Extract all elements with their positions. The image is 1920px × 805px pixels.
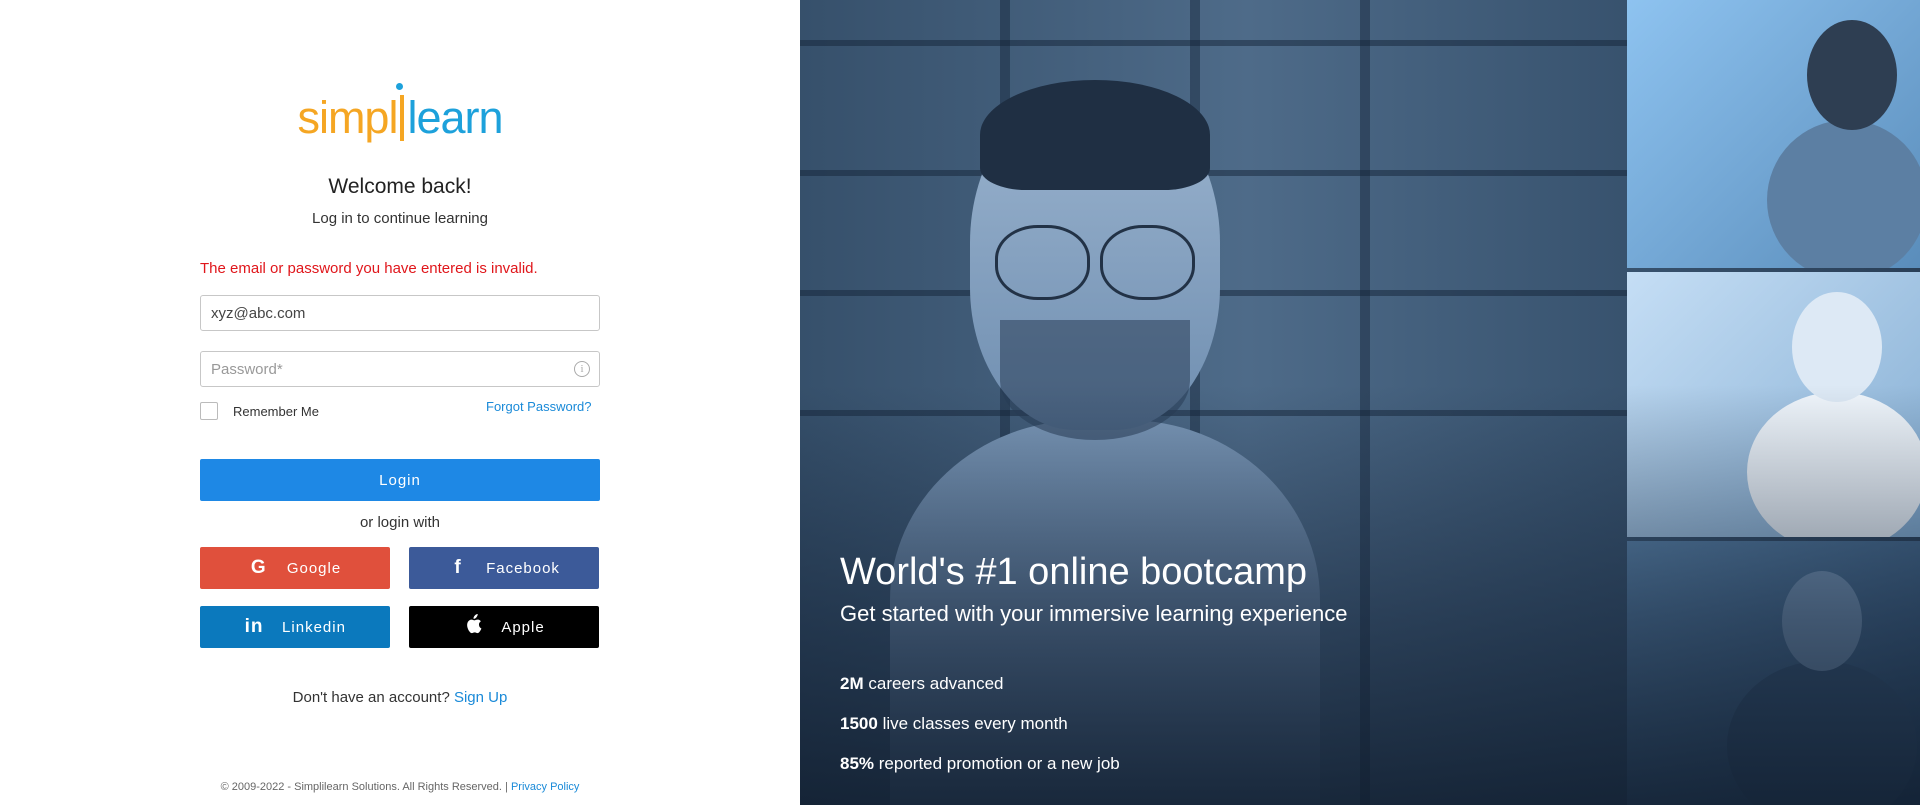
email-field[interactable] (200, 295, 600, 331)
apple-icon (463, 614, 483, 640)
learner-tile-1 (1627, 0, 1920, 268)
linkedin-label: Linkedin (282, 618, 346, 636)
shelf-line (800, 40, 1627, 46)
hero-subtitle: Get started with your immersive learning… (840, 601, 1348, 626)
hero-gradient-overlay (800, 385, 1920, 805)
facebook-label: Facebook (486, 559, 560, 577)
copyright-text: © 2009-2022 - Simplilearn Solutions. All… (220, 781, 508, 793)
stat-value: 1500 (840, 714, 878, 733)
hero-title: World's #1 online bootcamp (840, 551, 1308, 593)
stat-careers: 2M careers advanced (840, 674, 1004, 694)
stat-label: reported promotion or a new job (878, 754, 1120, 773)
stat-label: live classes every month (882, 714, 1068, 733)
learner-head (1807, 20, 1897, 130)
learner-body (1767, 120, 1920, 268)
login-panel: simpl learn Welcome back! Log in to conti… (0, 0, 800, 805)
logo-text-learn: learn (407, 92, 503, 143)
glasses-lens (1100, 225, 1195, 300)
stat-value: 85% (840, 754, 875, 773)
hero-panel: World's #1 online bootcamp Get started w… (800, 0, 1920, 805)
google-login-button[interactable]: G Google (200, 547, 390, 589)
stat-label: careers advanced (868, 674, 1004, 693)
welcome-heading: Welcome back! (328, 175, 472, 198)
glasses-lens (995, 225, 1090, 300)
login-subtitle: Log in to continue learning (312, 210, 488, 227)
logo-i-mark (396, 83, 405, 141)
stat-live-classes: 1500 live classes every month (840, 714, 1068, 734)
remember-me-checkbox[interactable] (200, 402, 218, 420)
facebook-icon: f (454, 557, 462, 578)
google-icon: G (250, 557, 267, 578)
remember-me-label[interactable]: Remember Me (233, 404, 319, 419)
apple-label: Apple (501, 618, 545, 636)
stat-value: 2M (840, 674, 864, 693)
instructor-hair (980, 80, 1210, 190)
privacy-policy-link[interactable]: Privacy Policy (511, 781, 579, 793)
signup-link[interactable]: Sign Up (454, 689, 507, 706)
footer: © 2009-2022 - Simplilearn Solutions. All… (0, 781, 800, 793)
linkedin-icon: in (244, 616, 264, 637)
login-button[interactable]: Login (200, 459, 600, 501)
simplilearn-logo[interactable]: simpl learn (0, 83, 800, 144)
remember-me: Remember Me (200, 402, 319, 420)
signup-prompt: Don't have an account? Sign Up (0, 689, 800, 706)
or-login-with-label: or login with (359, 514, 441, 531)
linkedin-login-button[interactable]: in Linkedin (200, 606, 390, 648)
facebook-login-button[interactable]: f Facebook (409, 547, 599, 589)
logo-text-simpl: simpl (297, 92, 398, 143)
error-message: The email or password you have entered i… (200, 260, 538, 277)
login-page: simpl learn Welcome back! Log in to conti… (0, 0, 1920, 805)
password-field[interactable] (200, 351, 600, 387)
signup-text: Don't have an account? (292, 689, 450, 706)
apple-login-button[interactable]: Apple (409, 606, 599, 648)
info-icon[interactable]: i (574, 361, 590, 377)
stat-promotion: 85% reported promotion or a new job (840, 754, 1120, 774)
google-label: Google (286, 559, 342, 577)
forgot-password-link[interactable]: Forgot Password? (486, 399, 592, 414)
